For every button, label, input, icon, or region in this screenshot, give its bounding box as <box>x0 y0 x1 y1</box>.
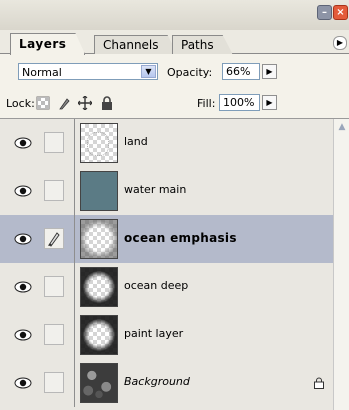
lock-position-icon[interactable] <box>78 96 92 110</box>
layer-name[interactable]: paint layer <box>124 327 183 340</box>
fill-value: 100% <box>223 96 255 109</box>
eye-icon[interactable] <box>12 373 34 393</box>
layers-palette: – × Layers Channels Paths ▶ Normal ▼ Opa… <box>0 0 349 410</box>
palette-titlebar[interactable]: – × <box>0 0 349 30</box>
eye-icon[interactable] <box>12 325 34 345</box>
layer-name[interactable]: ocean deep <box>124 279 188 292</box>
close-icon[interactable]: × <box>333 5 348 20</box>
column-divider <box>74 263 75 311</box>
column-divider <box>74 311 75 359</box>
blend-row: Normal ▼ Opacity: 66% ▶ <box>0 54 349 88</box>
layer-link-cell[interactable] <box>44 324 64 345</box>
layer-row[interactable]: Background <box>0 359 333 407</box>
layer-thumbnail[interactable] <box>80 123 118 163</box>
lock-icon <box>314 377 324 389</box>
minimize-icon[interactable]: – <box>317 5 332 20</box>
layer-name[interactable]: water main <box>124 183 186 196</box>
layer-link-cell[interactable] <box>44 276 64 297</box>
layer-thumbnail[interactable] <box>80 219 118 259</box>
opacity-slider-button[interactable]: ▶ <box>262 64 277 79</box>
layer-row-selected[interactable]: ocean emphasis <box>0 215 333 264</box>
layer-link-cell[interactable] <box>44 372 64 393</box>
brush-icon <box>48 232 60 247</box>
layer-thumbnail[interactable] <box>80 315 118 355</box>
fill-slider-button[interactable]: ▶ <box>262 95 277 110</box>
layers-list: land water main ocean emphasis ocean dee… <box>0 119 333 410</box>
lock-row: Lock: Fill: 100% ▶ <box>0 88 349 119</box>
eye-icon[interactable] <box>12 277 34 297</box>
blend-mode-value: Normal <box>22 66 62 79</box>
eye-icon[interactable] <box>12 133 34 153</box>
opacity-field[interactable]: 66% <box>222 63 260 80</box>
palette-tabs: Layers Channels Paths ▶ <box>0 30 349 54</box>
layer-link-cell[interactable] <box>44 228 64 249</box>
layer-row[interactable]: paint layer <box>0 311 333 360</box>
layer-name[interactable]: ocean emphasis <box>124 231 237 245</box>
lock-all-icon[interactable] <box>100 96 114 110</box>
layer-link-cell[interactable] <box>44 180 64 201</box>
layers-scrollbar[interactable]: ▲ <box>333 119 349 410</box>
fill-label: Fill: <box>197 97 216 110</box>
tab-layers[interactable]: Layers <box>10 33 85 55</box>
layer-thumbnail[interactable] <box>80 171 118 211</box>
eye-icon[interactable] <box>12 229 34 249</box>
layer-row[interactable]: ocean deep <box>0 263 333 312</box>
column-divider <box>74 215 75 263</box>
layer-thumbnail[interactable] <box>80 363 118 403</box>
opacity-label: Opacity: <box>167 66 213 79</box>
layer-row[interactable]: land <box>0 119 333 168</box>
fill-field[interactable]: 100% <box>219 94 260 111</box>
lock-transparent-pixels-icon[interactable] <box>36 96 50 110</box>
lock-label: Lock: <box>6 97 35 110</box>
layer-thumbnail[interactable] <box>80 267 118 307</box>
layer-link-cell[interactable] <box>44 132 64 153</box>
column-divider <box>74 119 75 167</box>
column-divider <box>74 359 75 407</box>
layer-name[interactable]: land <box>124 135 148 148</box>
scroll-up-icon[interactable]: ▲ <box>336 121 348 133</box>
opacity-value: 66% <box>226 65 251 78</box>
eye-icon[interactable] <box>12 181 34 201</box>
column-divider <box>74 167 75 215</box>
layer-name[interactable]: Background <box>124 375 190 388</box>
layer-row[interactable]: water main <box>0 167 333 216</box>
tab-channels[interactable]: Channels <box>94 35 178 54</box>
blend-mode-select[interactable]: Normal ▼ <box>18 63 158 80</box>
tab-paths[interactable]: Paths <box>172 35 233 54</box>
lock-image-pixels-icon[interactable] <box>58 96 72 110</box>
palette-menu-icon[interactable]: ▶ <box>333 36 347 50</box>
chevron-down-icon[interactable]: ▼ <box>141 65 156 78</box>
